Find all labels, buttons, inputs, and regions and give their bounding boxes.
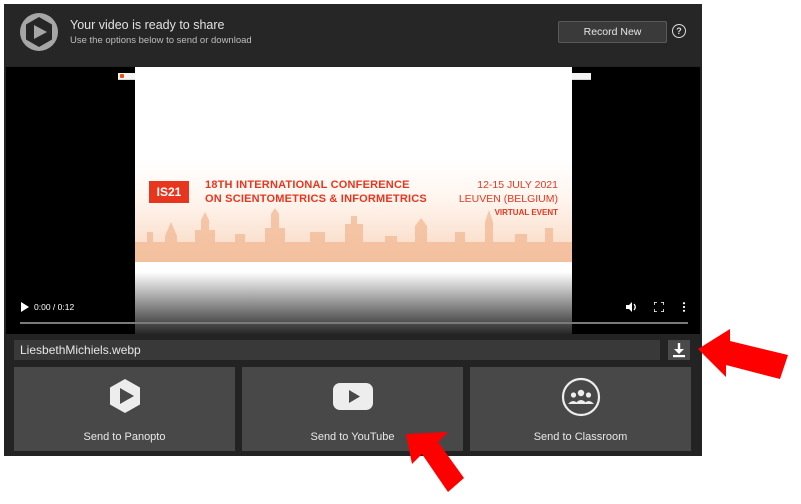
download-icon xyxy=(673,343,685,358)
play-icon[interactable] xyxy=(20,302,30,312)
controls-gradient xyxy=(135,272,572,334)
progress-bar[interactable] xyxy=(20,322,688,324)
send-to-classroom-button[interactable]: Send to Classroom xyxy=(470,367,691,451)
conference-logo: IS21 xyxy=(149,181,189,203)
conference-title-line2: ON SCIENTOMETRICS & INFORMETRICS xyxy=(205,193,427,205)
conference-location: LEUVEN (BELGIUM) xyxy=(458,193,558,205)
header-title: Your video is ready to share xyxy=(70,18,225,32)
panopto-icon xyxy=(109,379,140,413)
classroom-icon xyxy=(561,377,600,417)
header-bar: Your video is ready to share Use the opt… xyxy=(4,4,702,66)
download-button[interactable] xyxy=(668,340,690,360)
panopto-logo-icon xyxy=(20,13,58,51)
classroom-label: Send to Classroom xyxy=(533,431,628,443)
browser-favicon-icon xyxy=(120,74,124,78)
video-player[interactable]: IS21 18TH INTERNATIONAL CONFERENCE ON SC… xyxy=(6,67,700,334)
share-dialog: Your video is ready to share Use the opt… xyxy=(4,4,702,456)
video-frame: IS21 18TH INTERNATIONAL CONFERENCE ON SC… xyxy=(135,67,572,334)
volume-icon[interactable] xyxy=(626,302,637,312)
annotation-arrow-youtube-icon xyxy=(406,432,464,492)
header-subtitle: Use the options below to send or downloa… xyxy=(70,35,252,46)
time-display: 0:00 / 0:12 xyxy=(34,302,75,312)
filename-field[interactable]: LiesbethMichiels.webp xyxy=(14,340,660,360)
panopto-label: Send to Panopto xyxy=(83,431,166,443)
send-to-panopto-button[interactable]: Send to Panopto xyxy=(14,367,235,451)
annotation-arrow-download-icon xyxy=(698,329,788,379)
help-icon[interactable]: ? xyxy=(672,24,686,38)
conference-format: VIRTUAL EVENT xyxy=(494,208,558,217)
more-options-icon[interactable] xyxy=(682,302,686,312)
youtube-icon xyxy=(332,383,373,410)
conference-date: 12-15 JULY 2021 xyxy=(477,179,558,191)
record-new-button[interactable]: Record New xyxy=(558,21,667,43)
conference-title-line1: 18TH INTERNATIONAL CONFERENCE xyxy=(205,179,410,191)
fullscreen-icon[interactable] xyxy=(654,302,664,312)
